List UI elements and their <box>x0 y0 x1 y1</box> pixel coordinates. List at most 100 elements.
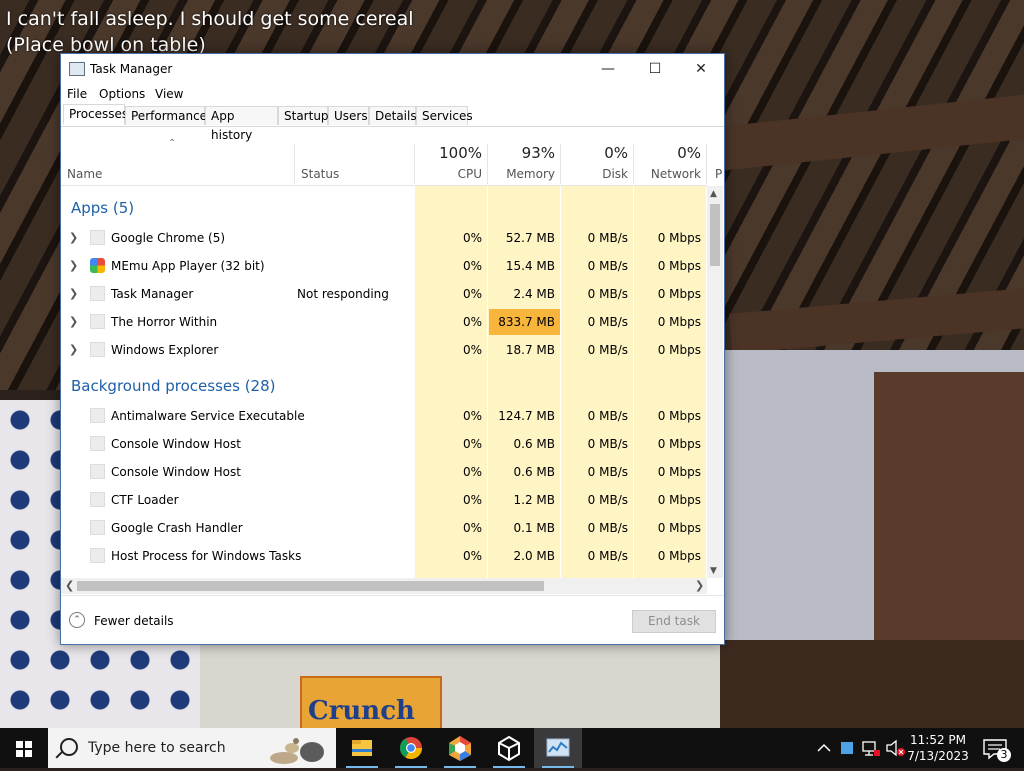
memory-value: 0.6 MB <box>513 465 555 479</box>
chevron-up-icon[interactable]: ⌃ <box>69 612 85 628</box>
process-icon <box>90 548 105 563</box>
search-placeholder: Type here to search <box>88 740 226 756</box>
menu-file[interactable]: File <box>67 87 87 101</box>
process-name: MEmu App Player (32 bit) <box>111 259 265 273</box>
taskbar-task-manager[interactable] <box>534 728 582 768</box>
network-value: 0 Mbps <box>657 409 701 423</box>
col-network-pct[interactable]: 0% <box>637 144 701 162</box>
taskbar-unity[interactable] <box>485 728 533 768</box>
column-divider <box>706 144 707 184</box>
network-value: 0 Mbps <box>657 231 701 245</box>
expand-chevron-icon[interactable]: ❯ <box>69 287 78 300</box>
menu-view[interactable]: View <box>155 87 183 101</box>
memory-value: 2.4 MB <box>513 287 555 301</box>
group-apps[interactable]: Apps (5) <box>71 199 134 217</box>
table-row[interactable]: ❯ Windows Explorer 0% 18.7 MB 0 MB/s 0 M… <box>61 336 707 364</box>
sort-arrow-icon: ⌃ <box>168 138 177 149</box>
network-value: 0 Mbps <box>657 549 701 563</box>
cpu-value: 0% <box>462 315 482 329</box>
clock[interactable]: 11:52 PM 7/13/2023 <box>906 732 970 764</box>
minimize-button[interactable]: — <box>585 54 631 84</box>
process-list: Apps (5) ❯ Google Chrome (5) 0% 52.7 MB … <box>61 186 707 578</box>
tray-volume[interactable] <box>884 728 906 768</box>
scroll-down-arrow-icon[interactable]: ▼ <box>710 566 717 576</box>
tab-users[interactable]: Users <box>328 106 369 125</box>
cpu-value: 0% <box>462 409 482 423</box>
table-row[interactable]: CTF Loader 0% 1.2 MB 0 MB/s 0 Mbps <box>61 486 707 514</box>
title-bar[interactable]: Task Manager — ☐ ✕ <box>61 54 724 84</box>
col-memory-pct[interactable]: 93% <box>491 144 555 162</box>
expand-chevron-icon[interactable]: ❯ <box>69 315 78 328</box>
col-cpu[interactable]: CPU <box>418 167 482 181</box>
expand-chevron-icon[interactable]: ❯ <box>69 231 78 244</box>
tab-services[interactable]: Services <box>416 106 473 125</box>
process-icon <box>90 520 105 535</box>
horizontal-scrollbar[interactable]: ❮ ❯ <box>61 578 707 594</box>
process-icon <box>90 408 105 423</box>
process-icon <box>90 436 105 451</box>
scroll-up-arrow-icon[interactable]: ▲ <box>710 189 717 199</box>
disk-value: 0 MB/s <box>587 521 628 535</box>
table-row[interactable]: ❯ Task Manager Not responding 0% 2.4 MB … <box>61 280 707 308</box>
vertical-scrollbar[interactable]: ▲ ▼ <box>707 186 723 578</box>
process-name: Windows Explorer <box>111 343 219 357</box>
tray-network[interactable] <box>860 728 882 768</box>
table-row[interactable]: Console Window Host 0% 0.6 MB 0 MB/s 0 M… <box>61 458 707 486</box>
tab-details[interactable]: Details <box>369 106 417 125</box>
chrome-icon <box>400 737 422 759</box>
col-memory[interactable]: Memory <box>491 167 555 181</box>
table-row[interactable]: Antimalware Service Executable 0% 124.7 … <box>61 402 707 430</box>
floor <box>700 640 1024 728</box>
start-button[interactable] <box>0 728 48 768</box>
col-disk[interactable]: Disk <box>564 167 628 181</box>
col-disk-pct[interactable]: 0% <box>564 144 628 162</box>
disk-value: 0 MB/s <box>587 343 628 357</box>
fewer-details-link[interactable]: Fewer details <box>94 614 174 628</box>
scroll-thumb[interactable] <box>77 581 544 591</box>
disk-value: 0 MB/s <box>587 549 628 563</box>
scroll-left-arrow-icon[interactable]: ❮ <box>65 579 74 592</box>
tab-performance[interactable]: Performance <box>125 106 207 125</box>
table-row[interactable]: ❯ The Horror Within 0% 833.7 MB 0 MB/s 0… <box>61 308 707 336</box>
notification-icon <box>983 739 1011 762</box>
expand-chevron-icon[interactable]: ❯ <box>69 259 78 272</box>
counter <box>200 640 720 728</box>
col-name[interactable]: Name <box>67 167 102 181</box>
memu-icon <box>90 258 105 273</box>
taskbar-file-explorer[interactable] <box>338 728 386 768</box>
table-row[interactable]: Host Process for Windows Tasks 0% 2.0 MB… <box>61 542 707 570</box>
close-button[interactable]: ✕ <box>678 54 724 84</box>
task-manager-icon <box>90 286 105 301</box>
table-row[interactable]: Console Window Host 0% 0.6 MB 0 MB/s 0 M… <box>61 430 707 458</box>
network-value: 0 Mbps <box>657 259 701 273</box>
tray-app[interactable] <box>838 728 856 768</box>
cpu-value: 0% <box>462 231 482 245</box>
memory-value: 124.7 MB <box>498 409 555 423</box>
col-status[interactable]: Status <box>301 167 339 181</box>
table-row[interactable]: ❯ MEmu App Player (32 bit) 0% 15.4 MB 0 … <box>61 252 707 280</box>
disk-value: 0 MB/s <box>587 465 628 479</box>
tab-processes[interactable]: Processes <box>63 104 128 125</box>
col-network[interactable]: Network <box>637 167 701 181</box>
expand-chevron-icon[interactable]: ❯ <box>69 343 78 356</box>
tab-app-history[interactable]: App history <box>205 106 278 142</box>
scroll-right-arrow-icon[interactable]: ❯ <box>695 579 704 592</box>
menu-options[interactable]: Options <box>99 87 145 101</box>
table-row[interactable]: ❯ Google Chrome (5) 0% 52.7 MB 0 MB/s 0 … <box>61 224 707 252</box>
scroll-thumb[interactable] <box>710 204 720 266</box>
memory-value: 1.2 MB <box>513 493 555 507</box>
table-row[interactable]: Google Crash Handler 0% 0.1 MB 0 MB/s 0 … <box>61 514 707 542</box>
taskbar-memu[interactable] <box>436 728 484 768</box>
search-box[interactable]: Type here to search <box>48 728 336 768</box>
show-hidden-icons[interactable] <box>814 728 834 768</box>
col-cpu-pct[interactable]: 100% <box>418 144 482 162</box>
disk-value: 0 MB/s <box>587 231 628 245</box>
taskbar-chrome[interactable] <box>387 728 435 768</box>
maximize-button[interactable]: ☐ <box>632 54 678 84</box>
end-task-button[interactable]: End task <box>632 610 716 633</box>
tab-startup[interactable]: Startup <box>278 106 329 125</box>
group-background-processes[interactable]: Background processes (28) <box>71 377 276 395</box>
action-center[interactable]: 3 <box>978 728 1018 768</box>
col-power-partial[interactable]: P <box>715 167 722 181</box>
task-manager-icon <box>546 738 570 757</box>
